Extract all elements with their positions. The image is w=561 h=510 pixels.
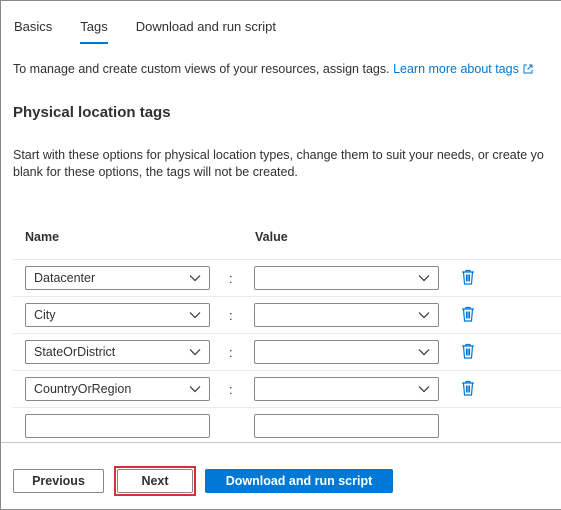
chevron-down-icon	[418, 386, 430, 393]
row-divider	[13, 407, 561, 408]
tag-name-value: City	[34, 308, 56, 322]
chevron-down-icon	[189, 275, 201, 282]
chevron-down-icon	[418, 275, 430, 282]
next-button[interactable]: Next	[117, 469, 193, 493]
description-line-1: Start with these options for physical lo…	[13, 148, 544, 162]
tag-name-dropdown[interactable]: StateOrDistrict	[25, 340, 210, 364]
chevron-down-icon	[189, 386, 201, 393]
tag-name-dropdown[interactable]: CountryOrRegion	[25, 377, 210, 401]
trash-icon[interactable]	[461, 306, 475, 322]
trash-icon[interactable]	[461, 343, 475, 359]
separator: :	[229, 308, 233, 323]
description-line-2: blank for these options, the tags will n…	[13, 165, 298, 179]
separator: :	[229, 345, 233, 360]
chevron-down-icon	[189, 312, 201, 319]
intro-message: To manage and create custom views of you…	[13, 62, 390, 76]
row-divider	[13, 370, 561, 371]
external-link-icon	[523, 64, 533, 74]
trash-icon[interactable]	[461, 380, 475, 396]
tab-download-and-run-script[interactable]: Download and run script	[136, 19, 276, 44]
chevron-down-icon	[418, 349, 430, 356]
chevron-down-icon	[189, 349, 201, 356]
download-and-run-script-button[interactable]: Download and run script	[205, 469, 393, 493]
tag-value-dropdown[interactable]	[254, 303, 439, 327]
intro-text: To manage and create custom views of you…	[13, 62, 533, 76]
section-title: Physical location tags	[13, 104, 171, 121]
row-divider	[13, 296, 561, 297]
tab-bar: Basics Tags Download and run script	[14, 19, 304, 44]
tag-name-value: CountryOrRegion	[34, 382, 132, 396]
tag-name-dropdown[interactable]	[25, 414, 210, 438]
name-column-header: Name	[25, 230, 60, 244]
tag-value-dropdown[interactable]	[254, 414, 439, 438]
previous-button[interactable]: Previous	[13, 469, 104, 493]
section-description: Start with these options for physical lo…	[13, 147, 561, 181]
tag-name-value: StateOrDistrict	[34, 345, 116, 359]
trash-icon[interactable]	[461, 269, 475, 285]
tab-basics[interactable]: Basics	[14, 19, 52, 44]
row-divider	[13, 259, 561, 260]
separator: :	[229, 382, 233, 397]
tag-name-dropdown[interactable]: City	[25, 303, 210, 327]
tag-name-dropdown[interactable]: Datacenter	[25, 266, 210, 290]
chevron-down-icon	[418, 312, 430, 319]
tag-value-dropdown[interactable]	[254, 340, 439, 364]
tag-name-value: Datacenter	[34, 271, 96, 285]
row-divider	[13, 333, 561, 334]
separator: :	[229, 271, 233, 286]
tab-tags[interactable]: Tags	[80, 19, 109, 44]
tag-value-dropdown[interactable]	[254, 377, 439, 401]
learn-more-link[interactable]: Learn more about tags	[393, 62, 533, 76]
value-column-header: Value	[255, 230, 288, 244]
tag-value-dropdown[interactable]	[254, 266, 439, 290]
wizard-panel: Basics Tags Download and run script To m…	[0, 0, 561, 510]
